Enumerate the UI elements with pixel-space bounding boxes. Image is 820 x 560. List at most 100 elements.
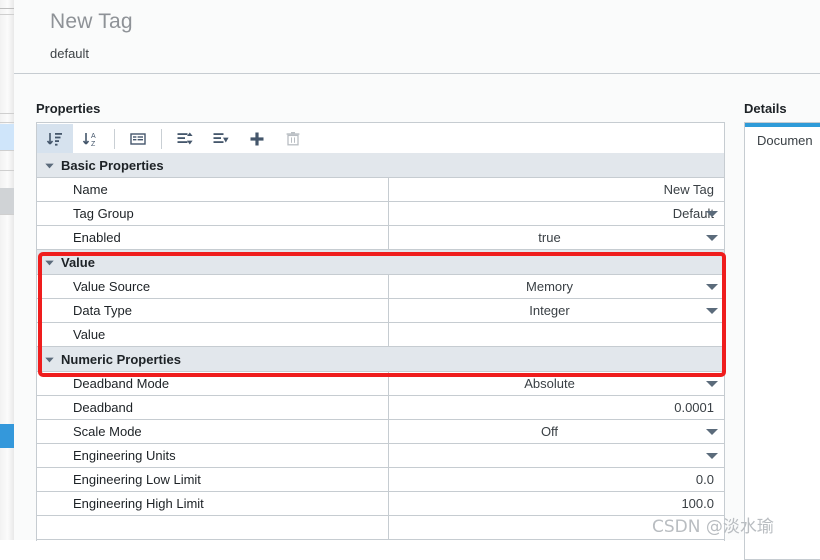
add-icon[interactable] [239, 124, 275, 153]
chevron-down-icon[interactable] [706, 380, 718, 387]
property-value-cell[interactable]: 0.0 [389, 468, 724, 491]
property-value-cell[interactable]: true [389, 226, 724, 249]
property-label-cell: Value [37, 250, 389, 274]
property-row[interactable]: Data Type Integer [37, 299, 724, 323]
sort-by-category-icon[interactable] [37, 124, 73, 153]
details-accent-bar [745, 123, 820, 127]
property-row[interactable]: Engineering High Limit 100.0 [37, 492, 724, 516]
property-label-cell: Name [37, 178, 389, 201]
property-label-cell: Numeric Properties [37, 347, 389, 371]
property-label-cell: Value [37, 323, 389, 346]
property-value: true [538, 230, 561, 245]
property-value-cell[interactable] [389, 444, 724, 467]
property-label: Deadband Mode [73, 376, 170, 391]
property-row[interactable]: Deadband 0.0001 [37, 396, 724, 420]
chevron-down-icon[interactable] [706, 234, 718, 241]
group-collapse-arrow-icon[interactable] [37, 355, 61, 364]
property-value-cell[interactable]: Absolute [389, 372, 724, 395]
property-value: Absolute [524, 376, 575, 391]
property-row[interactable]: Scale Mode Off [37, 420, 724, 444]
group-label: Basic Properties [61, 157, 164, 173]
property-value-cell[interactable]: Integer [389, 299, 724, 322]
watermark: CSDN @淡水瑜 [652, 517, 774, 537]
property-label: Engineering High Limit [73, 496, 204, 511]
property-value: 0.0 [695, 472, 714, 487]
property-row[interactable]: Value Source Memory [37, 275, 724, 299]
details-panel: Details Documen [738, 74, 820, 560]
property-row[interactable]: Deadband Mode Absolute [37, 372, 724, 396]
group-collapse-arrow-icon[interactable] [37, 258, 61, 267]
property-value-cell [389, 250, 724, 274]
strip-band-selected [0, 124, 14, 150]
property-label-cell: Engineering Units [37, 444, 389, 467]
strip-band [0, 8, 14, 9]
show-description-icon[interactable] [120, 124, 156, 153]
property-row[interactable] [37, 516, 724, 540]
strip-band [0, 14, 14, 15]
property-label-cell: Data Type [37, 299, 389, 322]
property-row[interactable]: Engineering Low Limit 0.0 [37, 468, 724, 492]
strip-band [0, 113, 14, 114]
property-value: New Tag [663, 182, 714, 197]
property-label-cell: Enabled [37, 226, 389, 249]
property-label-cell: Value Source [37, 275, 389, 298]
background-tree-strip [0, 0, 15, 540]
chevron-down-icon[interactable] [706, 428, 718, 435]
sort-alphabetical-icon[interactable]: A Z [73, 124, 109, 153]
property-label-cell [37, 516, 389, 539]
property-group-header[interactable]: Value [37, 250, 724, 275]
property-value-cell[interactable]: 0.0001 [389, 396, 724, 419]
expand-all-icon[interactable] [167, 124, 203, 153]
property-value-cell [389, 153, 724, 177]
property-group-header[interactable]: Basic Properties [37, 153, 724, 178]
property-label: Name [73, 182, 108, 197]
chevron-down-icon[interactable] [706, 307, 718, 314]
chevron-down-icon[interactable] [706, 452, 718, 459]
page-subtitle: default [50, 46, 90, 61]
properties-panel: Properties A Z Basic Properties Name New… [14, 74, 820, 541]
tab-documentation[interactable]: Documen [757, 133, 813, 148]
property-label: Engineering Units [73, 448, 176, 463]
property-value: 0.0001 [674, 400, 714, 415]
property-row[interactable]: Enabled true [37, 226, 724, 250]
strip-band [0, 214, 14, 215]
chevron-down-icon[interactable] [706, 283, 718, 290]
chevron-down-icon[interactable] [706, 210, 718, 217]
property-value-cell[interactable]: Default [389, 202, 724, 225]
page-title: New Tag [50, 10, 133, 33]
strip-band-active [0, 424, 14, 448]
properties-grid[interactable]: Basic Properties Name New Tag Tag Group Defa… [36, 153, 725, 541]
property-label-cell: Deadband Mode [37, 372, 389, 395]
strip-band [0, 122, 14, 123]
group-label: Value [61, 254, 95, 270]
property-value: Off [540, 424, 559, 439]
property-label-cell: Basic Properties [37, 153, 389, 177]
group-label: Numeric Properties [61, 351, 181, 367]
group-collapse-arrow-icon[interactable] [37, 161, 61, 170]
svg-text:Z: Z [91, 141, 96, 148]
strip-band [0, 170, 14, 171]
property-value-cell[interactable]: Memory [389, 275, 724, 298]
property-label-cell: Deadband [37, 396, 389, 419]
strip-band [0, 188, 14, 214]
collapse-all-icon[interactable] [203, 124, 239, 153]
property-label: Engineering Low Limit [73, 472, 201, 487]
property-value-cell[interactable]: Off [389, 420, 724, 443]
toolbar-separator [114, 128, 115, 149]
property-label: Tag Group [73, 206, 134, 221]
property-row[interactable]: Value [37, 323, 724, 347]
property-value: 100.0 [681, 496, 714, 511]
property-row[interactable]: Tag Group Default [37, 202, 724, 226]
property-group-header[interactable]: Numeric Properties [37, 347, 724, 372]
details-content-box: Documen [744, 122, 820, 560]
tag-header: New Tag default [14, 0, 820, 74]
property-value-cell [389, 347, 724, 371]
property-row[interactable]: Engineering Units [37, 444, 724, 468]
delete-icon[interactable] [275, 124, 311, 153]
details-label: Details [744, 101, 787, 116]
property-row[interactable]: Name New Tag [37, 178, 724, 202]
property-value: Default [672, 206, 714, 221]
property-value-cell[interactable]: New Tag [389, 178, 724, 201]
property-value-cell[interactable] [389, 323, 724, 346]
property-label: Value Source [73, 279, 151, 294]
